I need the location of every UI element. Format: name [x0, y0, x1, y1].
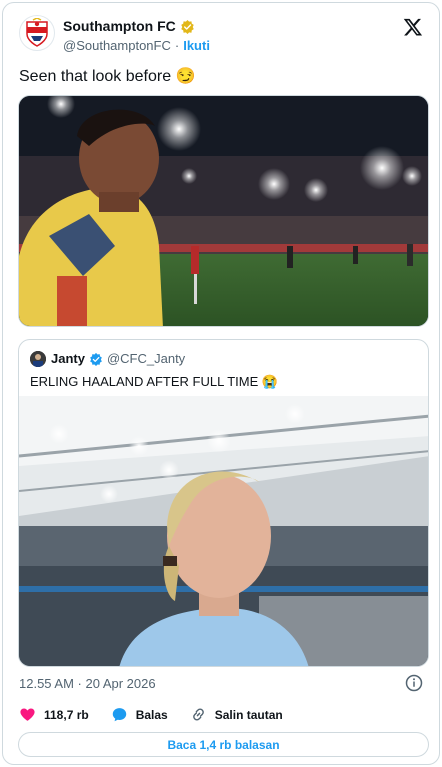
link-icon [192, 708, 204, 721]
quote-text: ERLING HAALAND AFTER FULL TIME 😭 [30, 374, 279, 389]
author-name-row: Southampton FC [63, 18, 195, 34]
tweet-timestamp[interactable]: 12.55 AM · 20 Apr 2026 [19, 676, 156, 691]
tweet-text: Seen that look before 😏 [19, 68, 196, 85]
reply-button[interactable]: Balas [111, 706, 168, 723]
quote-avatar-image [30, 351, 46, 367]
southampton-crest-icon [26, 18, 48, 47]
x-logo-icon[interactable] [403, 17, 423, 37]
copy-link-label: Salin tautan [214, 707, 283, 722]
handle-separator: · [174, 38, 180, 53]
quote-author-avatar[interactable] [30, 351, 46, 367]
info-icon[interactable] [405, 674, 423, 692]
author-display-name[interactable]: Southampton FC [63, 18, 176, 34]
tweet-card: Southampton FC @SouthamptonFC · Ikuti Se… [2, 2, 440, 765]
follow-button[interactable]: Ikuti [183, 38, 210, 53]
haaland-photo [19, 396, 428, 666]
like-count: 118,7 rb [44, 707, 89, 722]
like-button[interactable]: 118,7 rb [19, 706, 89, 723]
quote-header: Janty @CFC_Janty [51, 351, 185, 366]
quote-display-name: Janty [51, 351, 85, 366]
author-avatar[interactable] [19, 15, 55, 51]
stadium-photo [19, 96, 428, 326]
read-replies-button[interactable]: Baca 1,4 rb balasan [18, 732, 429, 757]
tweet-media-image[interactable] [18, 95, 429, 327]
action-bar: 118,7 rb Balas Salin tautan [19, 706, 283, 723]
quote-handle: @CFC_Janty [106, 351, 186, 366]
verified-blue-icon [90, 352, 102, 366]
quoted-tweet[interactable]: Janty @CFC_Janty ERLING HAALAND AFTER FU… [18, 339, 429, 667]
reply-label: Balas [135, 707, 168, 722]
author-handle-row: @SouthamptonFC · Ikuti [63, 38, 210, 53]
reply-bubble-icon [112, 708, 126, 722]
author-handle[interactable]: @SouthamptonFC [63, 38, 171, 53]
copy-link-button[interactable]: Salin tautan [190, 706, 283, 723]
quote-media-image[interactable] [19, 396, 428, 666]
verified-gold-icon [181, 19, 194, 34]
heart-icon [20, 708, 35, 721]
